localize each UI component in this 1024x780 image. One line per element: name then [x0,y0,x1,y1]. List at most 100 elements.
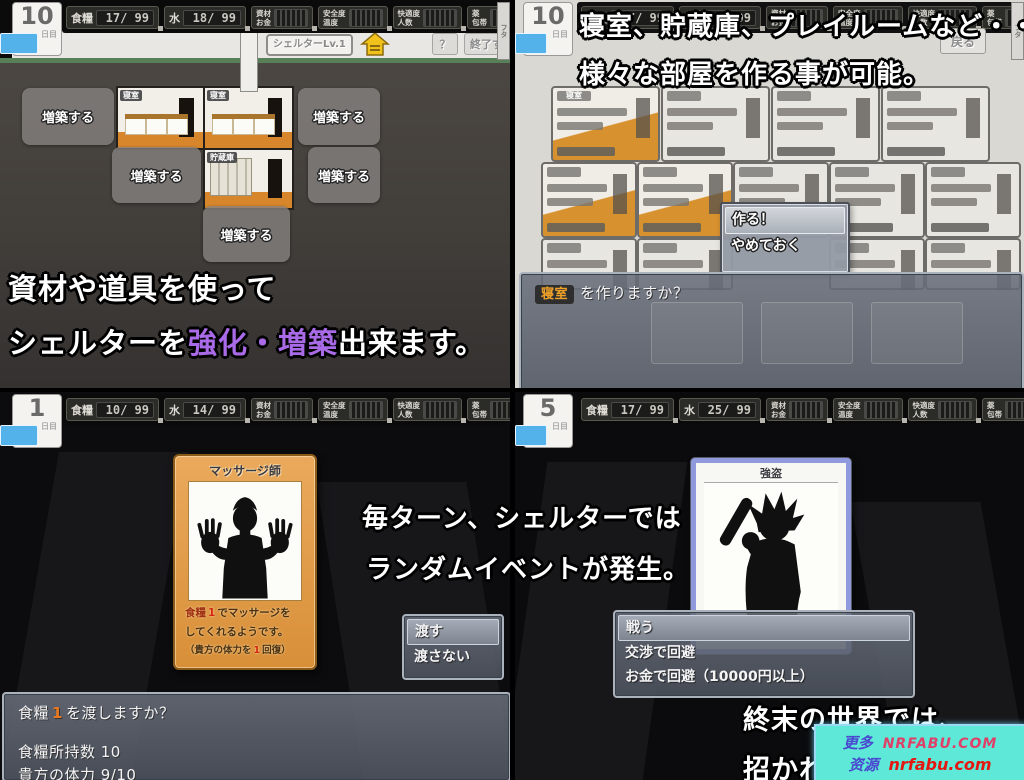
expand-button[interactable]: 増築する [308,147,380,203]
bandage-label: 包帯 [472,18,487,27]
food-label: 食糧 [586,402,608,418]
watermark-site-2: nrfabu.com [888,755,991,774]
room-card[interactable] [925,162,1021,238]
room-bedroom-1[interactable]: 寝室 [116,86,205,150]
water-label: 水 [169,10,180,26]
water-label: 水 [169,402,180,418]
hud-water: 水 18/ 99 [164,6,246,29]
temp-label: 温度 [323,410,346,419]
expand-button[interactable]: 増築する [203,206,290,262]
room-card[interactable] [881,86,990,162]
hud-comfort-people: 快適度人数 [908,398,978,421]
room-card[interactable] [637,162,733,238]
hud-medicine-bandage: 薬包帯 [982,398,1024,421]
hud-food: 食糧 10/ 99 [66,398,159,421]
time-gauge-tab[interactable] [515,33,547,54]
panel-random-event-robber: 食糧 17/ 99 水 25/ 99 資材お金 安全度温度 快適度人数 薬包帯 [515,392,1024,780]
time-gauge-tab[interactable] [0,425,38,446]
caption-materials: 資材や道具を使って [8,266,277,308]
room-card[interactable] [541,162,637,238]
hud-safety-temp: 安全度温度 [318,6,388,29]
watermark-site-1: NRFABU.COM [883,736,998,752]
toolbar: シェルターLv.1 ？ 終了する [12,30,506,58]
cancel-build-option[interactable]: やめておく [725,234,845,259]
ghost-card [871,302,963,364]
selected-room-chip: 寝室 [535,285,574,304]
bed [233,118,254,135]
materials-label: 資材 [256,401,271,410]
medicine-bandage-gauge [490,401,510,419]
choice-refuse[interactable]: 渡さない [407,645,499,669]
storage-shelves [210,158,252,196]
safety-temp-gauge [864,401,898,419]
bed [125,118,146,135]
message-hp: 貴方の体力 9/10 [18,764,495,780]
watermark-label-2: 资源 [848,754,878,775]
choice-give[interactable]: 渡す [407,619,499,645]
confirm-build-option[interactable]: 作る！ [725,207,845,234]
hud-food: 食糧 17/ 99 [66,6,159,29]
room-card-bedroom[interactable]: 寝室 [551,86,660,162]
message-question: 食糧1を渡しますか？ [18,702,495,723]
time-gauge-tab[interactable] [515,425,547,446]
hud-materials-money: 資材お金 [766,398,828,421]
help-button[interactable]: ？ [432,33,458,55]
ghost-card [651,302,743,364]
hud-materials-money: 資材お金 [251,6,313,29]
temp-label: 温度 [838,410,861,419]
card-desc-line [557,122,603,130]
food-label: 食糧 [71,10,93,26]
medicine-bandage-gauge [1005,401,1024,419]
hud-bar: 食糧 10/ 99 水 14/ 99 資材お金 安全度温度 快適度人数 薬包帯 [62,394,506,425]
hud-comfort-people: 快適度人数 [393,398,463,421]
hatch-side-tab[interactable]: フタ [497,2,510,60]
materials-label: 資材 [771,401,786,410]
food-value: 17/ 99 [611,402,669,418]
panel-room-build-menu: 食糧 17/ 99 水 18/ 99 資材お金 安全度温度 快適度人数 薬包帯 [515,0,1024,388]
bed [254,118,275,135]
materials-label: 資材 [256,9,271,18]
room-card[interactable] [661,86,770,162]
safety-temp-gauge [349,9,383,27]
comfort-people-gauge [423,9,457,27]
room-storage[interactable]: 貯蔵庫 [203,148,294,210]
food-label: 食糧 [71,402,93,418]
comfort-label: 快適度 [398,401,421,410]
expand-button[interactable]: 増築する [298,88,380,145]
caption-room-types: 寝室、貯蔵庫、プレイルームなど・・・ [579,6,1024,43]
expand-button[interactable]: 増築する [22,88,114,145]
choice-negotiate[interactable]: 交渉で回避 [618,641,910,665]
hud-bar: 食糧 17/ 99 水 25/ 99 資材お金 安全度温度 快適度人数 薬包帯 [577,394,1020,425]
panel-shelter-expand: 食糧 17/ 99 水 18/ 99 資材お金 安全度温度 快適度人数 薬包帯 [0,0,510,388]
event-card-masseur: マッサージ師 [173,454,317,670]
give-food-choice-window: 渡す 渡さない [402,614,504,680]
water-value: 14/ 99 [183,402,241,418]
choice-fight[interactable]: 戦う [618,615,910,641]
hud-comfort-people: 快適度人数 [393,6,463,29]
watermark-label-1: 更多 [843,732,873,753]
event-card-title: 強盗 [696,465,846,481]
caption-random-event-1: 毎ターン、シェルターでは [362,498,682,535]
safety-temp-gauge [349,401,383,419]
room-bedroom-2[interactable]: 寝室 [203,86,294,150]
comfort-people-gauge [423,401,457,419]
hud-materials-money: 資材お金 [251,398,313,421]
card-desc-line [557,108,627,116]
robber-choice-window: 戦う 交渉で回避 お金で回避（10000円以上） [613,610,915,698]
choice-pay[interactable]: お金で回避（10000円以上） [618,665,910,689]
caption-various-rooms: 様々な部屋を作る事が可能。 [579,54,930,91]
money-label: お金 [771,410,786,419]
game-screenshot-collage: 食糧 17/ 99 水 18/ 99 資材お金 安全度温度 快適度人数 薬包帯 [0,0,1024,780]
room-card[interactable] [771,86,880,162]
card-cost-line [557,147,615,156]
hud-water: 水 25/ 99 [679,398,761,421]
time-gauge-tab[interactable] [0,33,38,54]
hud-food: 食糧 17/ 99 [581,398,674,421]
people-label: 人数 [398,410,421,419]
comfort-label: 快適度 [398,9,421,18]
materials-money-gauge [789,401,823,419]
shelter-level-badge: シェルターLv.1 [266,34,353,56]
expand-button[interactable]: 増築する [112,147,201,203]
home-icon[interactable] [360,31,390,57]
hud-safety-temp: 安全度温度 [318,398,388,421]
